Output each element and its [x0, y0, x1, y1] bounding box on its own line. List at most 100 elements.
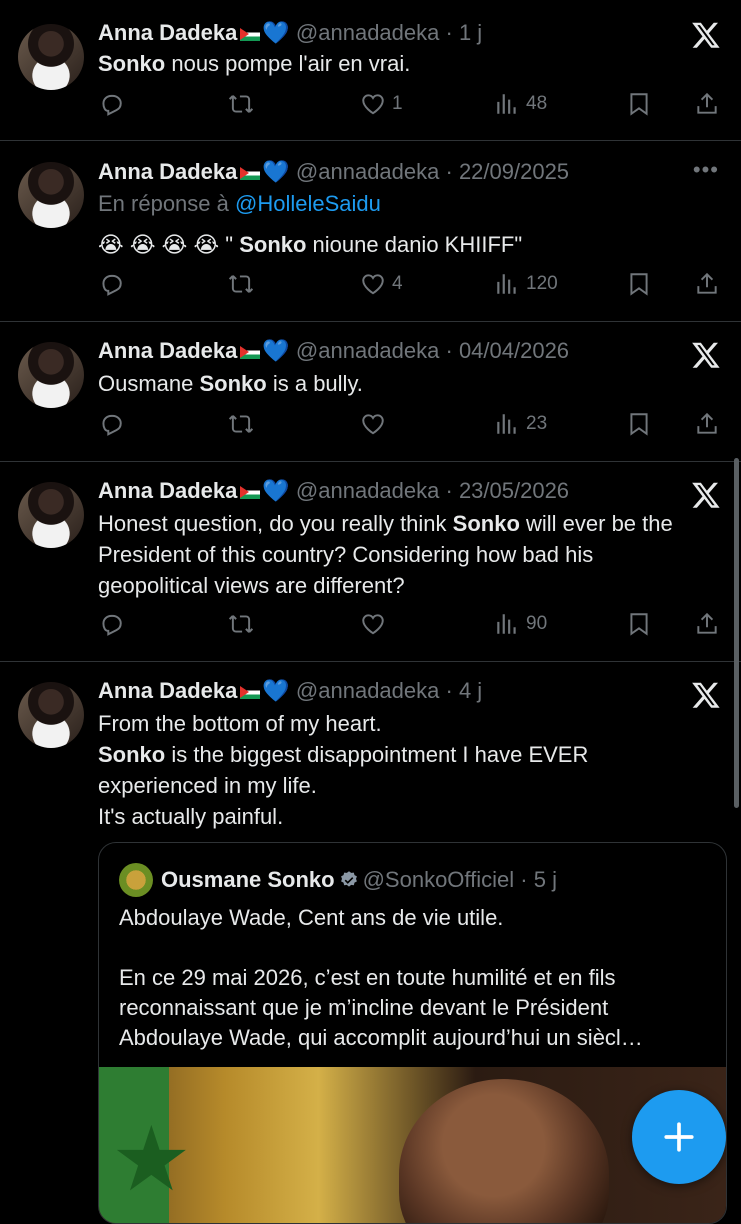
- views-chart-icon: [497, 94, 516, 114]
- reply-button[interactable]: [98, 609, 124, 639]
- tweet-text: From the bottom of my heart. Sonko is th…: [98, 711, 589, 829]
- views-button[interactable]: 23: [494, 409, 547, 439]
- author-name[interactable]: Anna Dadeka: [98, 678, 237, 703]
- scrollbar[interactable]: [734, 458, 739, 808]
- author-name[interactable]: Anna Dadeka: [98, 159, 237, 184]
- reply-icon: [102, 94, 122, 116]
- like-button[interactable]: [360, 409, 392, 439]
- avatar[interactable]: [18, 342, 84, 408]
- x-logo-icon[interactable]: [691, 340, 721, 370]
- tweet-time[interactable]: 23/05/2026: [459, 478, 569, 503]
- bookmark-button[interactable]: [626, 409, 652, 439]
- tweet-text: 😭 😭 😭 😭 " Sonko nioune danio KHIIFF": [98, 232, 523, 257]
- tweet-text: Sonko nous pompe l'air en vrai.: [98, 51, 411, 76]
- tweet[interactable]: Anna Dadeka 💙 @annadadeka · 1 j Sonko nou…: [0, 0, 741, 141]
- palestine-flag-icon: [240, 486, 261, 499]
- retweet-icon: [228, 275, 254, 293]
- tweet-time[interactable]: 04/04/2026: [459, 338, 569, 363]
- retweet-button[interactable]: [228, 609, 254, 639]
- retweet-icon: [228, 95, 254, 113]
- more-options-icon[interactable]: •••: [693, 157, 719, 183]
- views-button[interactable]: 48: [494, 89, 547, 119]
- bookmark-button[interactable]: [626, 609, 652, 639]
- avatar[interactable]: [18, 682, 84, 748]
- heart-icon: [362, 274, 384, 295]
- tweet-header: Anna Dadeka 💙 @annadadeka · 23/05/2026: [98, 478, 570, 503]
- x-logo-icon[interactable]: [691, 680, 721, 710]
- author-handle[interactable]: @annadadeka: [296, 478, 439, 503]
- quoted-header: Ousmane Sonko @SonkoOfficiel · 5 j: [161, 867, 557, 892]
- tweet[interactable]: Anna Dadeka 💙 @annadadeka · 23/05/2026 Ho…: [0, 462, 741, 662]
- views-chart-icon: [497, 274, 516, 294]
- author-handle[interactable]: @annadadeka: [296, 338, 439, 363]
- author-handle[interactable]: @annadadeka: [296, 20, 439, 45]
- like-button[interactable]: 1: [360, 89, 403, 119]
- views-chart-icon: [497, 414, 516, 434]
- tweet-time[interactable]: 1 j: [459, 20, 482, 45]
- bookmark-icon: [630, 93, 648, 116]
- reply-button[interactable]: [98, 269, 124, 299]
- quoted-text: Abdoulaye Wade, Cent ans de vie utile. E…: [119, 903, 709, 1053]
- retweet-icon: [228, 415, 254, 433]
- tweet-actions: 23: [98, 409, 728, 439]
- heart-icon: [362, 614, 384, 635]
- views-button[interactable]: 90: [494, 609, 547, 639]
- tweet[interactable]: Anna Dadeka 💙 @annadadeka · 04/04/2026 Ou…: [0, 322, 741, 462]
- tweet-time[interactable]: 22/09/2025: [459, 159, 569, 184]
- highlighted-keyword: Sonko: [239, 232, 307, 257]
- quoted-line-1: Abdoulaye Wade, Cent ans de vie utile.: [119, 905, 504, 930]
- heart-icon: [362, 94, 384, 115]
- share-icon: [697, 272, 717, 294]
- x-logo-icon[interactable]: [691, 480, 721, 510]
- share-button[interactable]: [694, 269, 720, 299]
- avatar[interactable]: [18, 24, 84, 90]
- share-icon: [697, 612, 717, 634]
- avatar[interactable]: [18, 482, 84, 548]
- reply-to-link[interactable]: @HolleleSaidu: [235, 191, 381, 216]
- tweet-time[interactable]: 4 j: [459, 678, 482, 703]
- quoted-avatar[interactable]: [119, 863, 153, 897]
- bookmark-button[interactable]: [626, 269, 652, 299]
- author-name[interactable]: Anna Dadeka: [98, 478, 237, 503]
- retweet-button[interactable]: [228, 89, 254, 119]
- share-button[interactable]: [694, 89, 720, 119]
- like-button[interactable]: [360, 609, 392, 639]
- retweet-button[interactable]: [228, 409, 254, 439]
- like-count: 1: [392, 93, 403, 114]
- retweet-button[interactable]: [228, 269, 254, 299]
- tweet-actions: 4 120: [98, 269, 728, 299]
- x-logo-icon[interactable]: [691, 20, 721, 50]
- tweet[interactable]: Anna Dadeka 💙 @annadadeka · 22/09/2025 ••…: [0, 141, 741, 322]
- tweet-actions: 1 48: [98, 89, 728, 119]
- share-button[interactable]: [694, 609, 720, 639]
- compose-button[interactable]: [632, 1090, 726, 1184]
- share-button[interactable]: [694, 409, 720, 439]
- avatar[interactable]: [18, 162, 84, 228]
- blue-heart-emoji: 💙: [262, 338, 290, 363]
- reply-button[interactable]: [98, 89, 124, 119]
- author-handle[interactable]: @annadadeka: [296, 159, 439, 184]
- author-name[interactable]: Anna Dadeka: [98, 338, 237, 363]
- highlighted-keyword: Sonko: [452, 511, 520, 536]
- bookmark-icon: [630, 613, 648, 636]
- quoted-handle[interactable]: @SonkoOfficiel: [363, 867, 515, 892]
- quoted-time[interactable]: 5 j: [534, 867, 557, 892]
- reply-prefix: En réponse à: [98, 191, 235, 216]
- highlighted-keyword: Sonko: [98, 51, 166, 76]
- reply-button[interactable]: [98, 409, 124, 439]
- views-chart-icon: [497, 614, 516, 634]
- author-handle[interactable]: @annadadeka: [296, 678, 439, 703]
- tweet-header: Anna Dadeka 💙 @annadadeka · 04/04/2026: [98, 338, 570, 363]
- bookmark-icon: [630, 273, 648, 296]
- quoted-author-name[interactable]: Ousmane Sonko: [161, 867, 335, 892]
- tweet-header: Anna Dadeka 💙 @annadadeka · 4 j: [98, 678, 483, 703]
- like-button[interactable]: 4: [360, 269, 403, 299]
- bookmark-button[interactable]: [626, 89, 652, 119]
- view-count: 48: [526, 93, 548, 114]
- views-button[interactable]: 120: [494, 269, 558, 299]
- quoted-tweet[interactable]: Ousmane Sonko @SonkoOfficiel · 5 j Abdoul…: [98, 842, 727, 1224]
- reply-context: En réponse à @HolleleSaidu: [98, 189, 381, 219]
- tweet-header: Anna Dadeka 💙 @annadadeka · 1 j: [98, 20, 483, 45]
- tweet-text: Ousmane Sonko is a bully.: [98, 371, 363, 396]
- author-name[interactable]: Anna Dadeka: [98, 20, 237, 45]
